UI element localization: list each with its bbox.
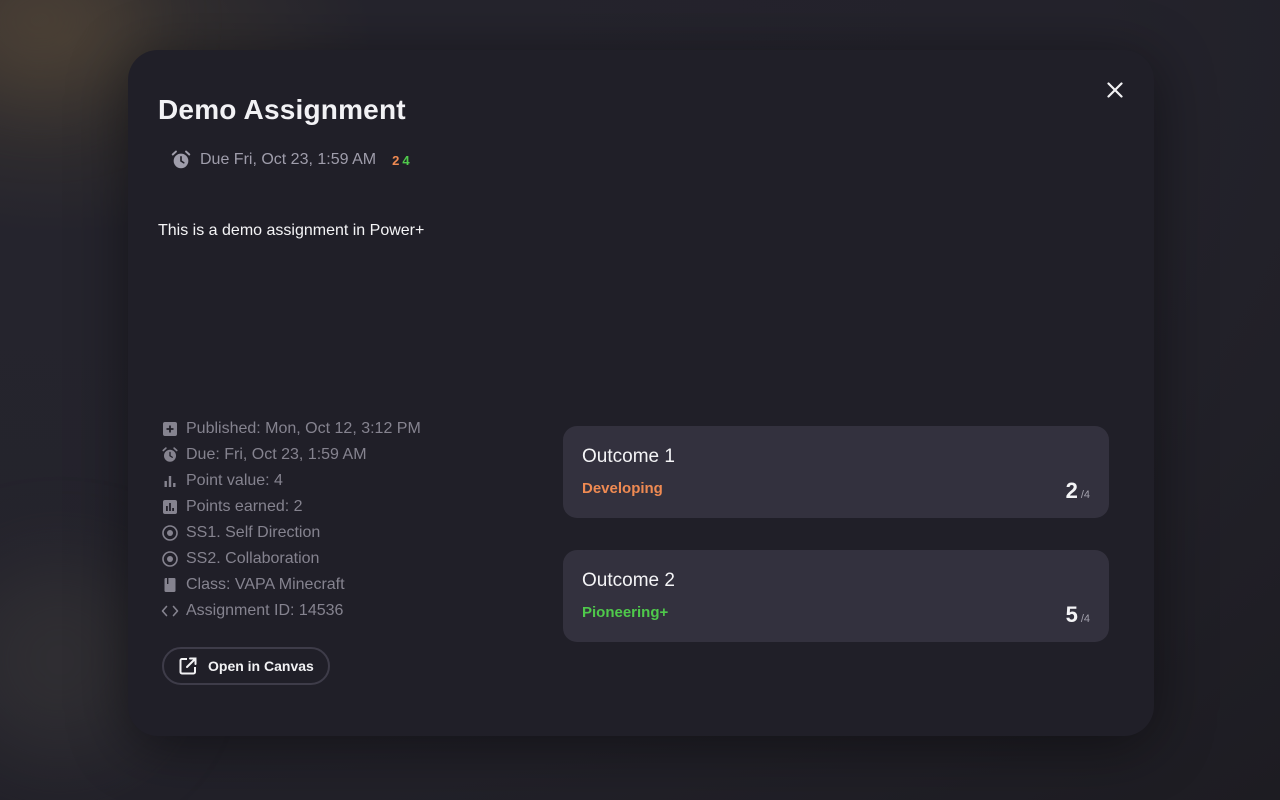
outcome-score-value: 5 xyxy=(1065,602,1078,627)
close-icon xyxy=(1107,82,1123,98)
add-box-icon xyxy=(161,420,179,438)
bar-chart-icon xyxy=(161,472,179,490)
open-in-canvas-button[interactable]: Open in Canvas xyxy=(162,647,330,685)
outcome-card[interactable]: Outcome 1 Developing 2 /4 xyxy=(563,426,1109,518)
code-icon xyxy=(161,602,179,620)
meta-published: Published: Mon, Oct 12, 3:12 PM xyxy=(161,416,421,442)
outcome-title: Outcome 1 xyxy=(582,446,675,467)
due-date-row: Due Fri, Oct 23, 1:59 AM 2 4 xyxy=(170,149,410,171)
outcome-title: Outcome 2 xyxy=(582,570,675,591)
close-button[interactable] xyxy=(1099,74,1131,106)
outcome-card[interactable]: Outcome 2 Pioneering+ 5 /4 xyxy=(563,550,1109,642)
backdrop-glow xyxy=(0,0,140,100)
outcome-score-max: /4 xyxy=(1080,489,1090,501)
chart-box-icon xyxy=(161,498,179,516)
meta-points-earned-text: Points earned: 2 xyxy=(186,498,303,515)
score-badges: 2 4 xyxy=(392,153,409,168)
meta-points-earned: Points earned: 2 xyxy=(161,494,421,520)
assignment-title: Demo Assignment xyxy=(158,94,406,125)
meta-ss2-text: SS2. Collaboration xyxy=(186,550,320,567)
outcome-score-max: /4 xyxy=(1080,613,1090,625)
meta-class: Class: VAPA Minecraft xyxy=(161,572,421,598)
outcome-score: 5 /4 xyxy=(1066,602,1090,628)
meta-published-text: Published: Mon, Oct 12, 3:12 PM xyxy=(186,420,421,437)
assignment-modal: Demo Assignment Due Fri, Oct 23, 1:59 AM… xyxy=(128,50,1154,736)
outcome-score-value: 2 xyxy=(1065,478,1078,503)
outcome-level: Pioneering+ xyxy=(582,604,669,621)
meta-ss2: SS2. Collaboration xyxy=(161,546,421,572)
assignment-description: This is a demo assignment in Power+ xyxy=(158,222,425,239)
meta-assignment-id: Assignment ID: 14536 xyxy=(161,598,421,624)
meta-point-value-text: Point value: 4 xyxy=(186,472,283,489)
meta-ss1-text: SS1. Self Direction xyxy=(186,524,321,541)
outcome-level: Developing xyxy=(582,480,663,497)
earned-badge: 2 xyxy=(392,152,400,168)
meta-due-text: Due: Fri, Oct 23, 1:59 AM xyxy=(186,446,367,463)
meta-ss1: SS1. Self Direction xyxy=(161,520,421,546)
meta-assignment-id-text: Assignment ID: 14536 xyxy=(186,602,344,619)
target-icon xyxy=(161,550,179,568)
alarm-clock-icon xyxy=(161,446,179,464)
book-icon xyxy=(161,576,179,594)
meta-class-text: Class: VAPA Minecraft xyxy=(186,576,345,593)
external-link-icon xyxy=(179,657,197,675)
assignment-meta-list: Published: Mon, Oct 12, 3:12 PM Due: Fri… xyxy=(161,416,421,624)
points-badge: 4 xyxy=(402,152,410,168)
due-date-text: Due Fri, Oct 23, 1:59 AM xyxy=(200,151,377,168)
meta-due: Due: Fri, Oct 23, 1:59 AM xyxy=(161,442,421,468)
outcome-score: 2 /4 xyxy=(1066,478,1090,504)
target-icon xyxy=(161,524,179,542)
alarm-clock-icon xyxy=(171,150,191,169)
meta-point-value: Point value: 4 xyxy=(161,468,421,494)
open-in-canvas-label: Open in Canvas xyxy=(208,658,314,674)
